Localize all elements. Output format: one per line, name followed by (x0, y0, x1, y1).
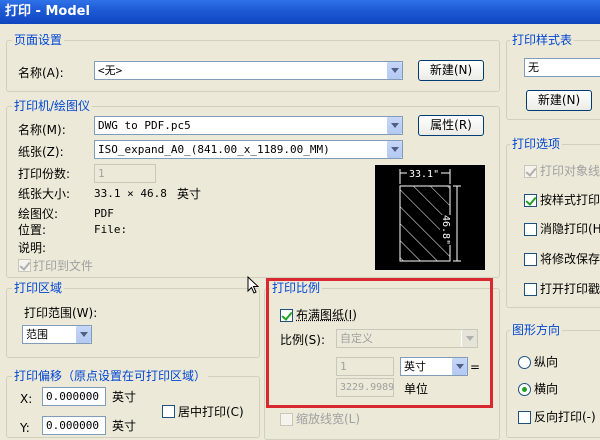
plotter-label: 绘图仪: (18, 206, 58, 222)
chevron-down-icon[interactable] (386, 62, 402, 79)
paper-select[interactable]: ISO_expand_A0_(841.00_x_1189.00_MM) (94, 140, 403, 159)
center-plot-label: 居中打印(C) (178, 404, 244, 420)
print-to-file-label: 打印到文件 (33, 258, 93, 274)
highlight-frame (266, 278, 493, 408)
paper-size-label: 纸张大小: (18, 186, 70, 202)
paper-preview: 33.1" 46.8" (375, 165, 485, 270)
landscape-label: 横向 (534, 381, 558, 397)
copies-label: 打印份数: (18, 166, 70, 182)
option-4-label: 将修改保存 (540, 251, 600, 267)
portrait-label: 纵向 (534, 354, 558, 370)
print-to-file-checkbox[interactable] (18, 259, 31, 272)
paper-preview-drawing (375, 165, 485, 270)
page-setup-name-value: <无> (98, 63, 122, 79)
page-setup-name-label: 名称(A): (18, 65, 64, 81)
offset-x-input[interactable]: 0.000000 (42, 387, 106, 406)
offset-y-input[interactable]: 0.000000 (42, 416, 106, 435)
copies-input[interactable]: 1 (94, 164, 156, 183)
landscape-radio[interactable] (518, 383, 531, 396)
offset-y-unit: 英寸 (112, 418, 136, 434)
location-value: File: (94, 222, 127, 238)
description-label: 说明: (18, 240, 46, 256)
paper-value: ISO_expand_A0_(841.00_x_1189.00_MM) (98, 142, 330, 158)
location-label: 位置: (18, 222, 46, 238)
portrait-radio[interactable] (518, 356, 531, 369)
printer-name-select[interactable]: DWG to PDF.pc5 (94, 116, 403, 135)
scale-lineweights-label: 缩放线宽(L) (296, 411, 360, 427)
plot-offset-title: 打印偏移（原点设置在可打印区域） (12, 369, 208, 383)
preview-width-label: 33.1" (407, 169, 441, 180)
option-4-checkbox[interactable] (524, 253, 537, 266)
printer-properties-button[interactable]: 属性(R) (418, 115, 484, 136)
option-1-label: 打印对象线 (540, 163, 600, 179)
option-5-checkbox[interactable] (524, 283, 537, 296)
offset-x-unit: 英寸 (112, 389, 136, 405)
scale-lineweights-checkbox[interactable] (280, 413, 293, 426)
style-table-title: 打印样式表 (510, 33, 574, 47)
chevron-down-icon[interactable] (386, 141, 402, 158)
reverse-plot-checkbox[interactable] (518, 411, 531, 424)
option-1-checkbox[interactable] (524, 165, 537, 178)
paper-label: 纸张(Z): (18, 144, 64, 160)
offset-y-label: Y: (20, 420, 30, 436)
option-3-checkbox[interactable] (524, 223, 537, 236)
page-setup-name-select[interactable]: <无> (94, 61, 403, 80)
style-table-select[interactable]: 无 (524, 58, 600, 77)
plotter-value: PDF (94, 206, 114, 222)
window-title: 打印 - Model (5, 0, 90, 24)
page-setup-title: 页面设置 (12, 33, 64, 47)
plot-area-title: 打印区域 (12, 281, 64, 295)
plot-range-value: 范围 (26, 327, 48, 343)
plot-options-title: 打印选项 (510, 137, 562, 151)
mouse-cursor-icon (247, 276, 261, 296)
chevron-down-icon[interactable] (386, 117, 402, 134)
printer-name-label: 名称(M): (18, 122, 66, 138)
reverse-plot-label: 反向打印(-) (534, 409, 596, 425)
plot-range-label: 打印范围(W): (24, 305, 97, 321)
paper-size-unit: 英寸 (177, 186, 201, 202)
center-plot-checkbox[interactable] (162, 405, 175, 418)
page-setup-new-button[interactable]: 新建(N) (418, 60, 484, 81)
option-2-label: 按样式打印 (540, 192, 600, 208)
chevron-down-icon[interactable] (75, 326, 91, 343)
style-table-new-button[interactable]: 新建(N) (526, 90, 592, 111)
option-2-checkbox[interactable] (524, 194, 537, 207)
offset-x-label: X: (20, 391, 32, 407)
orientation-title: 图形方向 (510, 323, 562, 337)
preview-height-label: 46.8" (440, 215, 451, 245)
printer-title: 打印机/绘图仪 (12, 99, 92, 113)
plot-range-select[interactable]: 范围 (22, 325, 92, 344)
option-3-label: 消隐打印(H (540, 221, 600, 237)
printer-name-value: DWG to PDF.pc5 (98, 118, 191, 134)
option-5-label: 打开打印戳 (540, 281, 600, 297)
paper-size-value: 33.1 × 46.8 (94, 186, 167, 202)
title-bar: 打印 - Model (0, 0, 600, 24)
plot-area-group (6, 288, 260, 358)
style-table-value: 无 (528, 60, 539, 76)
